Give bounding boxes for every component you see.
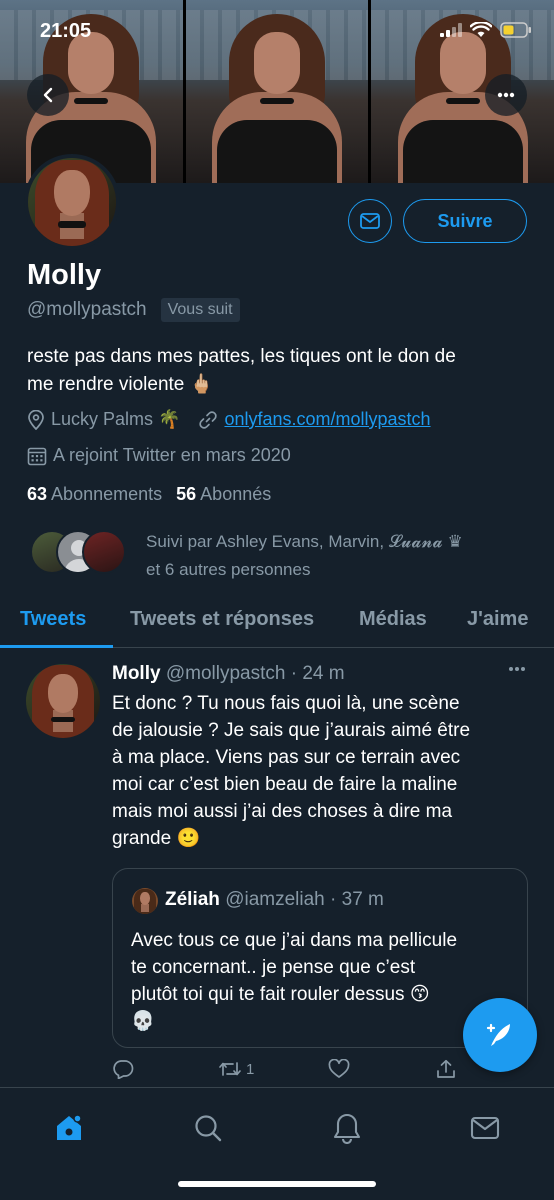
- tab-likes[interactable]: J'aime: [467, 608, 528, 631]
- nav-search[interactable]: [188, 1108, 228, 1148]
- follow-counts: 63 Abonnements 56 Abonnés: [27, 484, 271, 505]
- quote-author-avatar: [132, 888, 158, 914]
- following-count: 63: [27, 484, 48, 504]
- nav-notifications[interactable]: [327, 1108, 367, 1148]
- followers-link[interactable]: 56 Abonnés: [176, 484, 271, 505]
- profile-avatar[interactable]: [24, 154, 120, 250]
- wifi-icon: [470, 22, 492, 38]
- tweet-text: Et donc ? Tu nous fais quoi là, une scèn…: [112, 690, 532, 852]
- heart-icon: [328, 1059, 350, 1079]
- profile-tabs: Tweets Tweets et réponses Médias J'aime: [0, 596, 554, 648]
- signal-icon: [440, 23, 462, 37]
- bio-line: reste pas dans mes pattes, les tiques on…: [27, 346, 456, 367]
- profile-website-link[interactable]: onlyfans.com/mollypastch: [224, 409, 430, 430]
- tab-media[interactable]: Médias: [359, 608, 427, 631]
- status-bar: 21:05: [0, 0, 554, 60]
- tweet-header: Molly @mollypastch · 24 m: [112, 663, 345, 685]
- quote-time: · 37 m: [330, 889, 384, 910]
- quote-line: Avec tous ce que j’ai dans ma pellicule: [131, 930, 458, 951]
- tweet-line: à ma place. Viens pas sur ce terrain ave…: [112, 747, 461, 768]
- quote-header: Zéliah @iamzeliah · 37 m: [165, 889, 384, 911]
- home-icon: [53, 1112, 85, 1144]
- tweet-time: · 24 m: [290, 663, 345, 684]
- tweet-line: Et donc ? Tu nous fais quoi là, une scèn…: [112, 693, 460, 714]
- calendar-icon: [27, 446, 47, 466]
- following-label: Abonnements: [51, 484, 163, 504]
- profile-name: Molly: [27, 259, 102, 291]
- tweet-actions: 1: [112, 1059, 472, 1085]
- profile-joined: A rejoint Twitter en mars 2020: [53, 445, 291, 465]
- like-button[interactable]: [328, 1059, 350, 1079]
- search-icon: [193, 1113, 223, 1143]
- quote-author-name: Zéliah: [165, 889, 220, 910]
- tweet-author-handle: @mollypastch: [165, 663, 286, 684]
- battery-icon: [500, 22, 532, 38]
- message-button[interactable]: [348, 199, 392, 243]
- quote-line: 💀: [131, 1011, 155, 1032]
- location-row: Lucky Palms 🌴 onlyfans.com/mollypastch: [27, 409, 431, 430]
- follow-button[interactable]: Suivre: [403, 199, 527, 243]
- compose-feather-icon: [485, 1020, 515, 1050]
- tweet-more-button[interactable]: [508, 666, 526, 672]
- profile-handle: @mollypastch: [27, 299, 147, 320]
- profile-bio: reste pas dans mes pattes, les tiques on…: [27, 343, 537, 399]
- followers-label: Abonnés: [200, 484, 272, 504]
- tweet-author-name[interactable]: Molly: [112, 663, 161, 684]
- quote-line: te concernant.. je pense que c’est: [131, 957, 416, 978]
- nav-home[interactable]: [49, 1108, 89, 1148]
- active-tab-indicator: [0, 645, 113, 648]
- mail-icon: [470, 1115, 500, 1141]
- more-horizontal-icon: [508, 666, 526, 672]
- tab-tweets-replies[interactable]: Tweets et réponses: [130, 608, 314, 631]
- tweet-author-avatar[interactable]: [26, 664, 100, 738]
- location-pin-icon: [27, 409, 45, 430]
- tweet-line: grande 🙂: [112, 828, 201, 849]
- tweet-line: mais moi aussi j’ai des choses à dire ma: [112, 801, 453, 822]
- retweet-button[interactable]: 1: [218, 1059, 254, 1079]
- tab-tweets[interactable]: Tweets: [20, 608, 86, 631]
- quote-author-handle: @iamzeliah: [225, 889, 325, 910]
- retweet-icon: [218, 1059, 242, 1079]
- status-icons: [440, 22, 532, 38]
- followers-you-know-avatars[interactable]: [30, 530, 130, 576]
- follows-you-badge: Vous suit: [160, 298, 240, 322]
- tweet-line: moi car c’est bien beau de faire la mali…: [112, 774, 458, 795]
- bell-icon: [332, 1112, 362, 1144]
- quote-line: plutôt toi qui te fait rouler dessus 😙: [131, 984, 430, 1005]
- envelope-icon: [360, 213, 380, 229]
- followed-by-line: Suivi par Ashley Evans, Marvin, 𝓛𝓾𝓪𝓷𝓪 ♛: [146, 532, 463, 551]
- nav-messages[interactable]: [465, 1108, 505, 1148]
- profile-location: Lucky Palms 🌴: [51, 409, 181, 429]
- joined-row: A rejoint Twitter en mars 2020: [27, 445, 291, 466]
- link-icon: [198, 410, 218, 430]
- home-indicator: [178, 1181, 376, 1187]
- tweet-line: de jalousie ? Je sais que j’aurais aimé …: [112, 720, 471, 741]
- followers-you-know-text[interactable]: Suivi par Ashley Evans, Marvin, 𝓛𝓾𝓪𝓷𝓪 ♛ …: [146, 528, 546, 584]
- bio-line: me rendre violente 🖕🏼: [27, 374, 214, 395]
- reply-icon: [112, 1059, 134, 1079]
- reply-button[interactable]: [112, 1059, 134, 1079]
- status-time: 21:05: [40, 20, 92, 42]
- chevron-left-icon: [40, 87, 56, 103]
- followers-count: 56: [176, 484, 197, 504]
- followed-by-line: et 6 autres personnes: [146, 560, 311, 579]
- share-icon: [436, 1059, 456, 1079]
- share-button[interactable]: [436, 1059, 456, 1079]
- profile-handle-row: @mollypastch Vous suit: [27, 298, 240, 322]
- compose-tweet-button[interactable]: [463, 998, 537, 1072]
- following-link[interactable]: 63 Abonnements: [27, 484, 162, 505]
- more-options-button[interactable]: [485, 74, 527, 116]
- more-horizontal-icon: [497, 92, 515, 98]
- quote-text: Avec tous ce que j’ai dans ma pellicule …: [131, 927, 516, 1035]
- avatar: [82, 530, 126, 574]
- back-button[interactable]: [27, 74, 69, 116]
- retweet-count: 1: [246, 1060, 255, 1078]
